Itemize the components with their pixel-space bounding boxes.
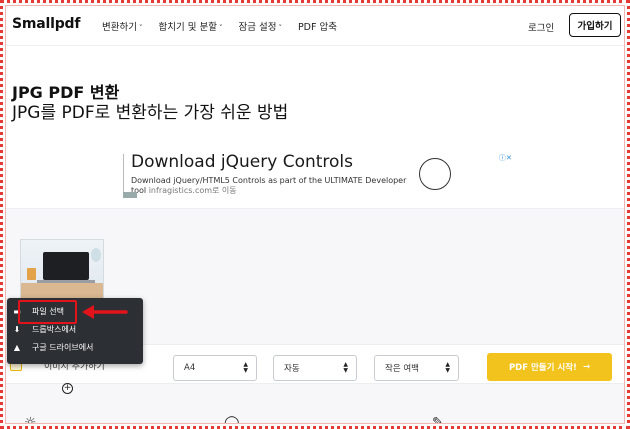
chevron-down-icon: ˅ [138,24,143,32]
signup-button[interactable]: 가입하기 [569,13,621,37]
menu-item-label: 드롭박스에서 [32,324,77,334]
page-size-select[interactable]: A4 ▲ ▼ [173,355,257,381]
orientation-select[interactable]: 자동 ▲ ▼ [273,355,357,381]
page-subtitle: JPG를 PDF로 변환하는 가장 쉬운 방법 [12,103,289,123]
margin-select[interactable]: 작은 여백 ▲ ▼ [374,355,459,381]
arrow-right-icon: → [582,362,591,372]
logo[interactable]: Smallpdf [12,16,80,32]
circle-icon: ◯ [224,415,240,423]
highlight-box [18,300,77,324]
nav-lock[interactable]: 잠금 설정 ˅ [238,19,281,33]
page-size-value: A4 [184,363,196,373]
ad-choices-icon[interactable]: ⓘ✕ [499,153,512,163]
drive-icon: ▲ [13,342,21,352]
thumb-plant [91,248,101,262]
nav-merge-split[interactable]: 합치기 및 분할 ˅ [158,19,222,33]
select-arrows-icon: ▲ ▼ [445,361,450,374]
orientation-value: 자동 [284,364,300,374]
nav-convert[interactable]: 변환하기 ˅ [102,19,142,33]
nav-convert-label: 변환하기 [102,22,137,33]
menu-item-label: 구글 드라이브에서 [32,342,94,352]
create-pdf-label: PDF 만들기 시작! [508,363,577,373]
nav-lock-label: 잠금 설정 [238,22,277,33]
thumb-laptop [43,252,89,280]
ad-tag-icon [123,192,137,198]
chevron-down-icon: ˅ [278,24,282,32]
ad-link[interactable]: infragistics.com로 이동 [149,186,237,195]
image-thumbnail[interactable] [20,239,104,301]
login-link[interactable]: 로그인 [528,20,554,34]
nav-menu: 변환하기 ˅ 합치기 및 분할 ˅ 잠금 설정 ˅ PDF 압축 [102,19,337,33]
nav-compress-label: PDF 압축 [297,22,337,33]
pen-icon: ✎ [432,415,444,423]
pointer-arrow-icon [82,305,128,319]
top-nav: Smallpdf 변환하기 ˅ 합치기 및 분할 ˅ 잠금 설정 ˅ PDF 압축 로… [6,6,624,46]
sun-icon: ☼ [24,415,37,423]
ad-description: Download jQuery/HTML5 Controls as part o… [131,176,421,196]
ad-banner[interactable]: Download jQuery Controls Download jQuery… [123,152,513,198]
nav-merge-label: 합치기 및 분할 [158,22,217,33]
nav-compress[interactable]: PDF 압축 [298,19,337,33]
add-more-icon[interactable]: + [62,383,73,394]
margin-value: 작은 여백 [385,364,419,374]
ad-divider [123,154,124,194]
thumb-cup [27,268,36,280]
chevron-down-icon: ˅ [218,24,223,32]
ad-open-circle-icon[interactable] [419,158,451,190]
download-icon: ⬇ [13,324,21,334]
create-pdf-button[interactable]: PDF 만들기 시작! → [487,353,612,381]
page: Smallpdf 변환하기 ˅ 합치기 및 분할 ˅ 잠금 설정 ˅ PDF 압축 로… [6,6,624,423]
select-arrows-icon: ▲ ▼ [243,361,248,374]
select-arrows-icon: ▲ ▼ [343,361,348,374]
menu-item-google-drive[interactable]: ▲ 구글 드라이브에서 [7,338,143,356]
ad-headline[interactable]: Download jQuery Controls [131,152,353,172]
